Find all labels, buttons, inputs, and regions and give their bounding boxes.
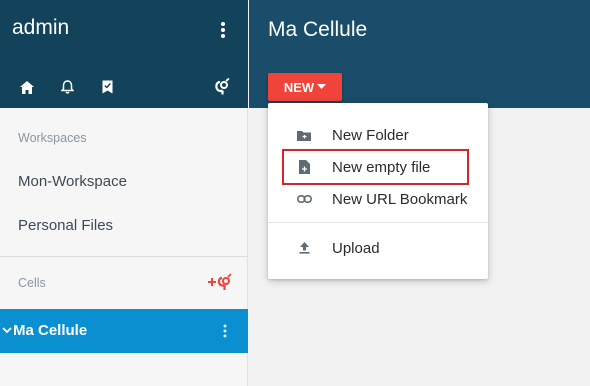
sidebar-item-mon-workspace[interactable]: Mon-Workspace [0,161,248,201]
more-vertical-icon [223,324,227,338]
add-cell-button[interactable] [206,271,236,293]
home-button[interactable] [17,77,37,97]
sidebar-item-ma-cellule[interactable]: Ma Cellule [0,309,248,353]
user-name[interactable]: admin [12,16,69,40]
more-vertical-icon [221,22,225,38]
link-icon [296,191,312,207]
new-button[interactable]: NEW [268,73,342,101]
menu-item-label: Upload [332,240,380,257]
menu-divider [268,222,488,223]
menu-item-label: New empty file [332,159,431,176]
menu-item-new-url-bookmark[interactable]: New URL Bookmark [268,183,488,215]
menu-item-label: New Folder [332,127,409,144]
user-menu-button[interactable] [212,17,234,43]
sidebar: admin Workspaces Mon-Workspace Personal … [0,0,248,386]
home-icon [20,80,34,94]
new-button-label: NEW [283,79,315,95]
sidebar-header: admin [0,0,248,108]
menu-item-upload[interactable]: Upload [268,232,488,264]
notifications-button[interactable] [57,77,77,97]
file-plus-icon [296,159,312,175]
cells-switch-button[interactable] [213,77,233,97]
sidebar-divider [0,256,248,257]
chevron-down-icon[interactable] [2,324,12,336]
app-window: admin Workspaces Mon-Workspace Personal … [0,0,590,386]
caret-down-icon [317,84,327,89]
menu-item-label: New URL Bookmark [332,191,468,208]
sidebar-item-personal-files[interactable]: Personal Files [0,205,248,245]
bookmarks-button[interactable] [97,77,117,97]
cells-section-title: Cells [18,276,46,290]
upload-icon [296,240,312,256]
add-cell-icon [208,273,232,290]
workspaces-section-title: Workspaces [18,131,87,145]
cell-label: Ma Cellule [13,322,88,339]
page-title: Ma Cellule [268,18,368,41]
cell-menu-button[interactable] [218,321,232,341]
cells-switch-icon [215,78,230,95]
bell-icon [60,80,74,94]
new-dropdown-menu: New Folder New empty file New URL Bookma… [268,103,488,279]
menu-item-new-empty-file[interactable]: New empty file [268,151,488,183]
bookmark-icon [102,80,112,94]
folder-plus-icon [296,127,312,143]
header-icon-row [0,74,248,102]
menu-item-new-folder[interactable]: New Folder [268,119,488,151]
main-header: Ma Cellule NEW [249,0,590,108]
